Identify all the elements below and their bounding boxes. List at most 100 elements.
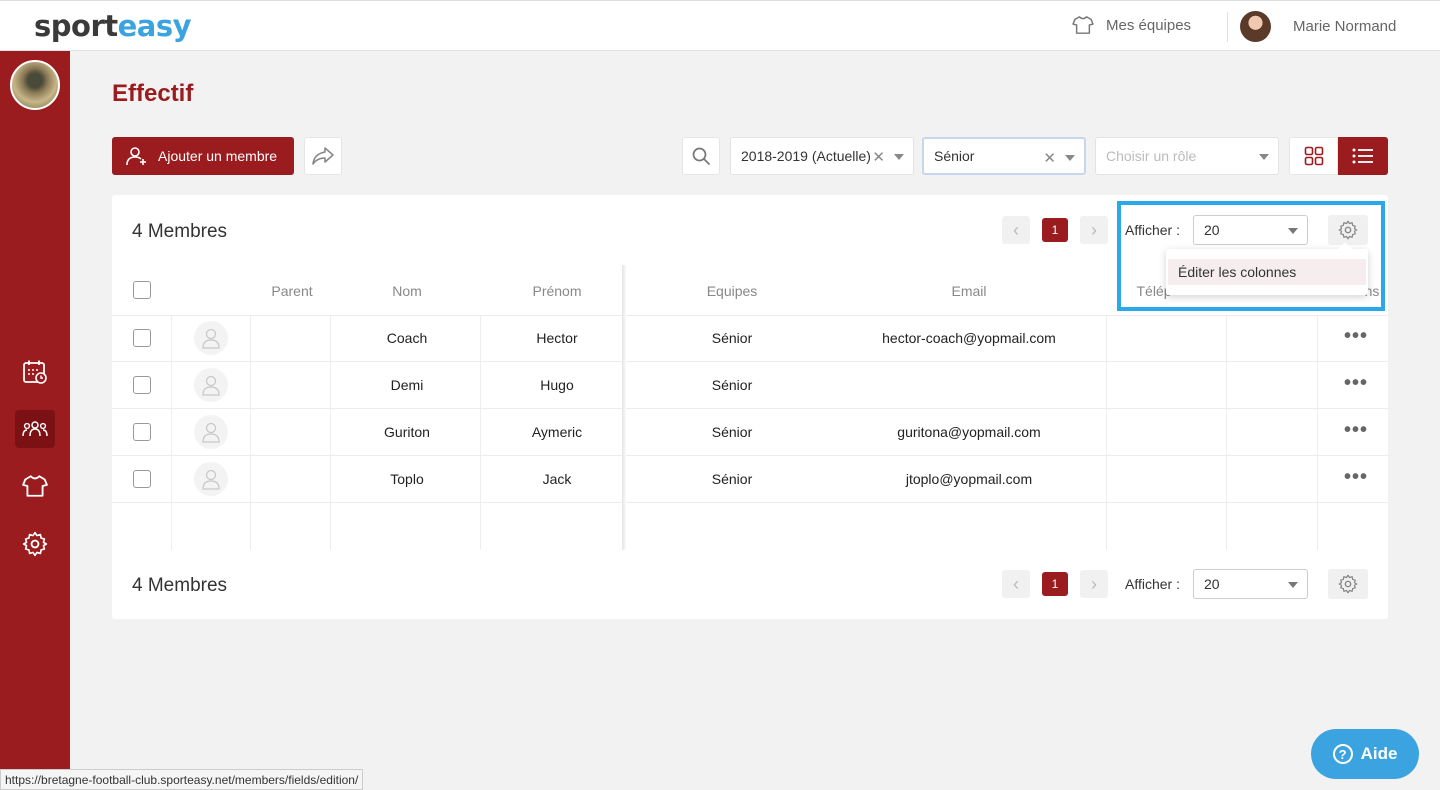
column-divider bbox=[480, 316, 481, 550]
cell-email: guritona@yopmail.com bbox=[897, 424, 1041, 440]
select-all-checkbox[interactable] bbox=[133, 281, 151, 299]
next-page-button[interactable]: › bbox=[1080, 570, 1108, 598]
cell-email: jtoplo@yopmail.com bbox=[905, 471, 1033, 487]
tshirt-icon bbox=[22, 475, 48, 497]
topbar-divider bbox=[1227, 12, 1228, 42]
cell-nom: Coach bbox=[386, 330, 428, 346]
grid-view-button[interactable] bbox=[1289, 137, 1338, 175]
member-avatar bbox=[194, 415, 228, 449]
user-placeholder-icon bbox=[202, 375, 220, 396]
row-actions-menu[interactable]: ••• bbox=[1344, 466, 1368, 489]
season-select[interactable]: 2018-2019 (Actuelle) ✕ bbox=[730, 137, 914, 175]
prev-page-button[interactable]: ‹ bbox=[1002, 570, 1030, 598]
sporteasy-logo[interactable]: sporteasy bbox=[34, 9, 192, 43]
column-divider bbox=[1317, 316, 1318, 550]
column-divider bbox=[171, 316, 172, 550]
chevron-down-icon bbox=[894, 154, 904, 160]
role-placeholder: Choisir un rôle bbox=[1106, 148, 1197, 164]
column-divider bbox=[1106, 316, 1107, 550]
cell-prenom: Hector bbox=[536, 330, 578, 346]
help-button[interactable]: ? Aide bbox=[1311, 729, 1419, 779]
row-actions-menu[interactable]: ••• bbox=[1344, 372, 1368, 395]
highlight-box bbox=[1117, 201, 1385, 311]
sidebar-item-settings[interactable] bbox=[15, 525, 55, 563]
next-page-button[interactable]: › bbox=[1080, 216, 1108, 244]
column-header-parent[interactable]: Parent bbox=[252, 283, 332, 299]
pagination-top: ‹ 1 › bbox=[1002, 216, 1108, 244]
member-avatar bbox=[194, 368, 228, 402]
add-member-button[interactable]: Ajouter un membre bbox=[112, 137, 294, 175]
member-avatar bbox=[194, 321, 228, 355]
sidebar-item-members[interactable] bbox=[15, 410, 55, 448]
column-header-email[interactable]: Email bbox=[909, 283, 1029, 299]
calendar-icon bbox=[23, 360, 47, 384]
role-select[interactable]: Choisir un rôle bbox=[1095, 137, 1279, 175]
team-avatar[interactable] bbox=[10, 60, 60, 110]
add-user-icon bbox=[126, 147, 146, 166]
members-count: 4 Membres bbox=[132, 221, 228, 242]
cell-email: hector-coach@yopmail.com bbox=[882, 330, 1056, 346]
frozen-column-shadow bbox=[622, 265, 626, 550]
per-page-value: 20 bbox=[1204, 576, 1220, 592]
clear-season-icon[interactable]: ✕ bbox=[872, 148, 885, 166]
cell-equipe: Sénior bbox=[711, 330, 753, 346]
column-header-equipes[interactable]: Equipes bbox=[682, 283, 782, 299]
row-actions-menu[interactable]: ••• bbox=[1344, 325, 1368, 348]
chevron-down-icon bbox=[1288, 582, 1298, 588]
cell-equipe: Sénior bbox=[711, 471, 753, 487]
top-bar: sporteasy Mes équipes Marie Normand bbox=[0, 0, 1440, 51]
user-menu[interactable]: Marie Normand bbox=[1240, 11, 1396, 42]
column-header-nom[interactable]: Nom bbox=[367, 283, 447, 299]
cell-prenom: Aymeric bbox=[531, 424, 583, 440]
group-icon bbox=[22, 421, 48, 437]
row-divider bbox=[112, 455, 1388, 456]
column-header-prenom[interactable]: Prénom bbox=[517, 283, 597, 299]
gear-icon bbox=[1338, 574, 1358, 594]
status-bar-url: https://bretagne-football-club.sporteasy… bbox=[0, 769, 364, 790]
sidebar-item-teams[interactable] bbox=[15, 467, 55, 505]
cell-prenom: Hugo bbox=[540, 377, 574, 393]
cell-nom: Demi bbox=[390, 377, 424, 393]
prev-page-button[interactable]: ‹ bbox=[1002, 216, 1030, 244]
page-number[interactable]: 1 bbox=[1042, 572, 1068, 596]
member-avatar bbox=[194, 462, 228, 496]
help-label: Aide bbox=[1360, 744, 1398, 763]
logo-part-2: easy bbox=[117, 9, 192, 43]
row-checkbox[interactable] bbox=[133, 470, 151, 488]
user-name: Marie Normand bbox=[1293, 18, 1397, 35]
team-value: Sénior bbox=[934, 148, 975, 164]
row-checkbox[interactable] bbox=[133, 423, 151, 441]
search-button[interactable] bbox=[682, 137, 720, 175]
row-checkbox[interactable] bbox=[133, 329, 151, 347]
add-member-label: Ajouter un membre bbox=[158, 148, 278, 164]
cell-nom: Toplo bbox=[390, 471, 424, 487]
my-teams-label: Mes équipes bbox=[1106, 16, 1192, 34]
my-teams-link[interactable]: Mes équipes bbox=[1072, 15, 1191, 35]
list-icon bbox=[1352, 148, 1373, 164]
season-value: 2018-2019 (Actuelle) bbox=[741, 148, 871, 164]
row-checkbox[interactable] bbox=[133, 376, 151, 394]
show-label: Afficher : bbox=[1125, 576, 1180, 592]
chevron-down-icon bbox=[1065, 155, 1075, 161]
list-view-button[interactable] bbox=[1338, 137, 1388, 175]
members-count-bottom: 4 Membres bbox=[132, 575, 228, 596]
column-settings-button[interactable] bbox=[1328, 569, 1368, 599]
team-select[interactable]: Sénior ✕ bbox=[922, 137, 1086, 175]
cell-prenom: Jack bbox=[542, 471, 572, 487]
page-title: Effectif bbox=[112, 80, 194, 107]
row-divider bbox=[112, 315, 1388, 316]
per-page-select[interactable]: 20 bbox=[1193, 569, 1308, 599]
chevron-down-icon bbox=[1259, 154, 1269, 160]
clear-team-icon[interactable]: ✕ bbox=[1043, 149, 1056, 167]
share-button[interactable] bbox=[304, 137, 342, 175]
row-divider bbox=[112, 408, 1388, 409]
sidebar-item-calendar[interactable] bbox=[15, 353, 55, 391]
logo-part-1: sport bbox=[34, 9, 118, 43]
row-actions-menu[interactable]: ••• bbox=[1344, 419, 1368, 442]
share-arrow-icon bbox=[312, 147, 334, 165]
column-divider bbox=[250, 316, 251, 550]
row-divider bbox=[112, 502, 1388, 503]
page-number[interactable]: 1 bbox=[1042, 218, 1068, 242]
sidebar bbox=[0, 51, 70, 790]
grid-icon bbox=[1304, 146, 1323, 166]
